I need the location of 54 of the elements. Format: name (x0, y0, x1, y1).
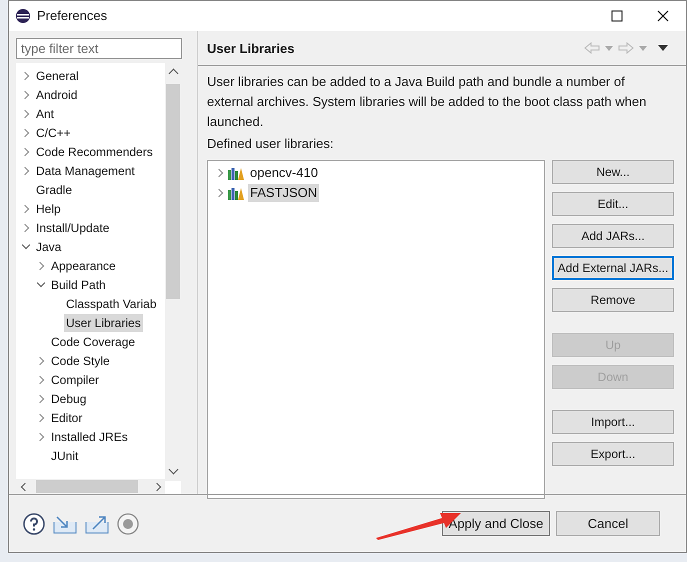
tree-item[interactable]: Code Style (49, 352, 112, 370)
button[interactable]: Import... (552, 410, 674, 434)
tree-item[interactable]: Editor (49, 409, 84, 428)
tree-item[interactable]: User Libraries (64, 314, 143, 332)
button[interactable]: Add External JARs... (552, 256, 674, 280)
description-text: User libraries can be added to a Java Build path and bundle a number of external archives. System libraries will be added to the boot class path when launched. (206, 73, 648, 131)
button[interactable]: Export... (552, 442, 674, 466)
button[interactable]: Apply and Close (442, 511, 550, 536)
tree-item[interactable]: Java (34, 238, 64, 256)
library-item[interactable]: FASTJSON (248, 184, 320, 202)
tree-item[interactable]: Help (34, 200, 63, 218)
tree-item[interactable]: C/C++ (34, 124, 73, 142)
list-label: Defined user libraries: (206, 135, 334, 153)
scrollbar[interactable] (165, 62, 181, 481)
scrollbar[interactable] (16, 479, 165, 494)
dropdown-icon[interactable] (605, 46, 613, 50)
help-icon[interactable] (23, 512, 45, 534)
library-list[interactable]: opencv-410 FASTJSON (207, 160, 545, 499)
tree-item[interactable]: Gradle (34, 181, 74, 200)
tree-item[interactable]: Appearance (49, 257, 118, 276)
tree-item[interactable]: Compiler (49, 371, 102, 390)
tree-item[interactable]: Code Coverage (49, 333, 138, 352)
page-title: User Libraries (207, 40, 294, 58)
tree-item[interactable]: Ant (34, 105, 56, 124)
books-icon (228, 186, 244, 200)
tree-item[interactable]: JUnit (49, 447, 80, 466)
button[interactable]: New... (552, 160, 674, 184)
tree-item[interactable]: Android (34, 86, 80, 104)
forward-arrow-icon[interactable] (618, 42, 634, 54)
tree-item[interactable]: Classpath Variab (64, 295, 158, 314)
filter-field[interactable]: type filter text (16, 38, 182, 59)
tree-item[interactable]: Build Path (49, 276, 108, 294)
tree-item[interactable]: Data Management (34, 162, 137, 180)
library-item[interactable]: opencv-410 (248, 164, 320, 182)
scrollbar-thumb[interactable] (166, 84, 180, 299)
button[interactable]: Add JARs... (552, 224, 674, 248)
books-icon (228, 166, 244, 180)
record-icon[interactable] (117, 512, 139, 534)
button[interactable]: Remove (552, 288, 674, 312)
tree-item[interactable]: Code Recommenders (34, 143, 155, 162)
import-icon[interactable] (53, 514, 77, 534)
export-icon[interactable] (85, 514, 109, 534)
window-title: Preferences (37, 7, 108, 26)
back-arrow-icon[interactable] (584, 42, 600, 54)
tree-item[interactable]: Debug (49, 390, 88, 408)
button[interactable]: Cancel (556, 511, 660, 536)
dropdown-icon[interactable] (639, 46, 647, 50)
tree-item[interactable]: Install/Update (34, 219, 112, 238)
tree-item[interactable]: Installed JREs (49, 428, 130, 446)
scrollbar-thumb[interactable] (36, 480, 138, 493)
menu-icon[interactable] (658, 45, 668, 51)
app-icon (15, 8, 31, 24)
button[interactable]: Edit... (552, 192, 674, 216)
tree-item[interactable]: General (34, 67, 81, 86)
